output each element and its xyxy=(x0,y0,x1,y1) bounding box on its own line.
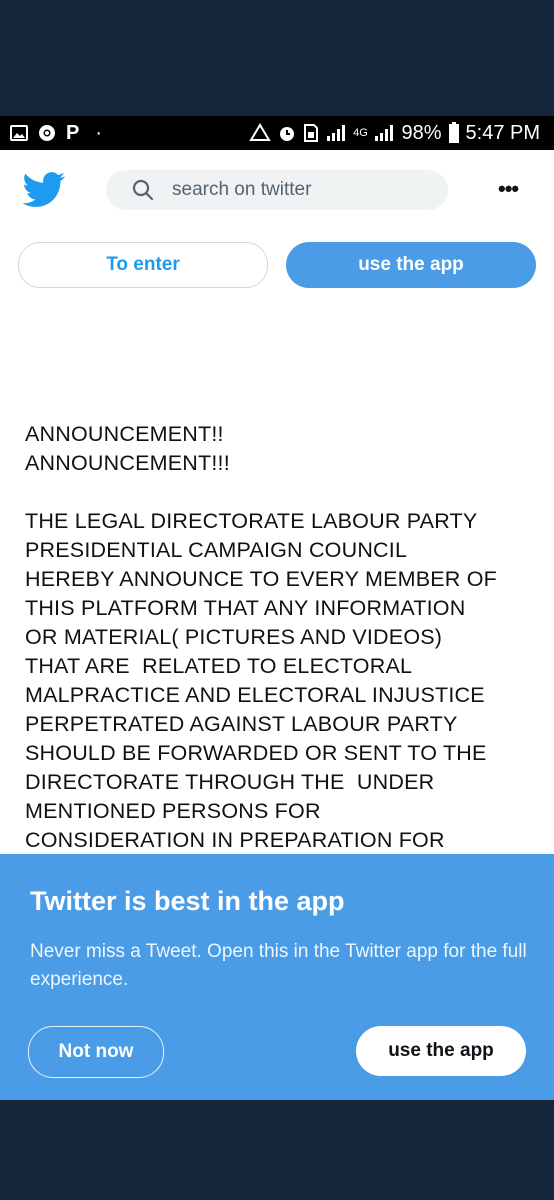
banner-title: Twitter is best in the app xyxy=(30,886,345,916)
search-bar[interactable]: search on twitter xyxy=(106,170,448,210)
more-menu-icon[interactable]: ••• xyxy=(498,176,519,202)
battery-percent: 98% xyxy=(401,121,442,144)
signal-icon xyxy=(325,124,347,142)
search-input[interactable]: search on twitter xyxy=(172,179,311,201)
clipped-line: ANNOUNCEMENT! xyxy=(25,354,535,362)
device-frame-bottom xyxy=(0,1100,554,1200)
device-frame-top xyxy=(0,0,554,116)
network-type-label: 4G xyxy=(353,127,368,139)
sim-icon xyxy=(303,123,319,143)
twitter-bird-icon[interactable] xyxy=(22,172,66,213)
auth-button-row: To enter use the app xyxy=(0,242,554,288)
browser-viewport: search on twitter ••• To enter use the a… xyxy=(0,150,554,1100)
alarm-icon xyxy=(277,123,297,143)
app-promo-banner: Twitter is best in the app Never miss a … xyxy=(0,854,554,1100)
banner-use-app-button[interactable]: use the app xyxy=(356,1026,526,1076)
p-icon: P xyxy=(66,121,80,144)
recycle-icon xyxy=(249,123,272,143)
dot-icon: · xyxy=(95,121,103,144)
battery-icon xyxy=(448,122,460,144)
twitter-header: search on twitter ••• xyxy=(0,150,554,230)
search-icon xyxy=(132,179,154,201)
chrome-icon xyxy=(38,124,56,142)
use-app-button[interactable]: use the app xyxy=(286,242,536,288)
login-button[interactable]: To enter xyxy=(18,242,268,288)
not-now-button[interactable]: Not now xyxy=(28,1026,164,1078)
banner-description: Never miss a Tweet. Open this in the Twi… xyxy=(30,941,527,990)
signal-icon-2 xyxy=(373,124,395,142)
clock: 5:47 PM xyxy=(465,121,540,144)
image-icon xyxy=(10,125,28,141)
status-bar: P · 4G 98% 5:47 PM xyxy=(0,116,554,150)
